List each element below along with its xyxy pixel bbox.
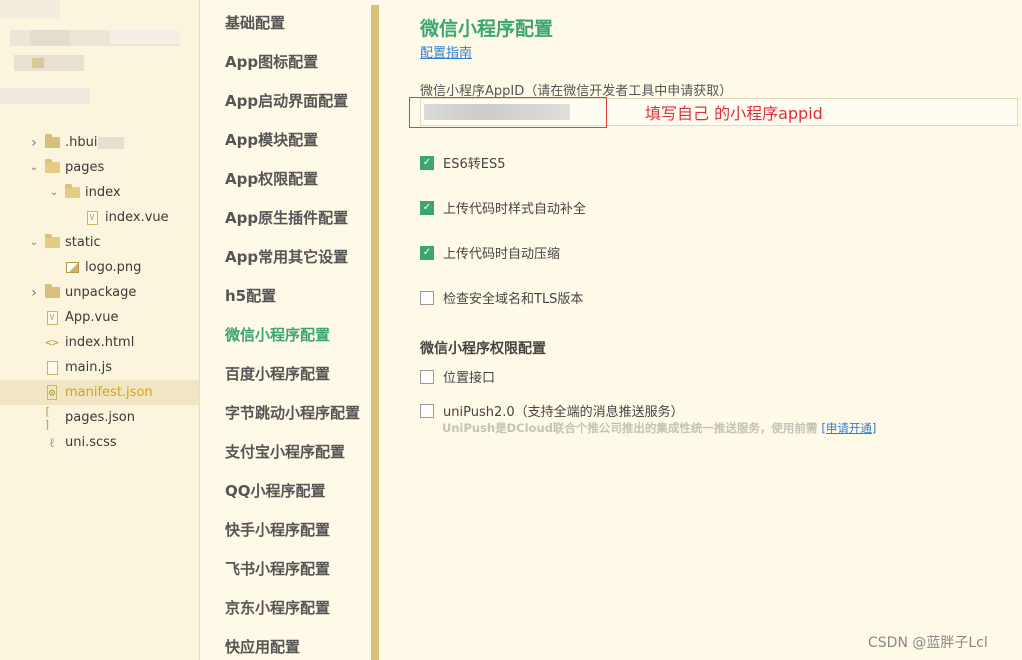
tree-item[interactable]: ⌄ pages (0, 155, 199, 180)
appid-annotation: 填写自己 的小程序appid (645, 104, 823, 123)
option-row[interactable]: uniPush2.0（支持全端的消息推送服务） (420, 401, 684, 420)
check-icon: ✓ (422, 202, 432, 213)
scss-file-icon: ℓ (48, 435, 56, 451)
nav-item[interactable]: App模块配置 (225, 127, 318, 153)
tree-item-label: manifest.json (65, 385, 153, 400)
unipush-description-text: UniPush是DCloud联合个推公司推出的集成性统一推送服务，使用前需 (442, 421, 818, 435)
option-row[interactable]: ✓ 上传代码时自动压缩 (420, 243, 560, 262)
checkbox[interactable] (420, 403, 434, 418)
chevron-down-icon[interactable]: ⌄ (28, 162, 40, 173)
unipush-description: UniPush是DCloud联合个推公司推出的集成性统一推送服务，使用前需 [申… (442, 420, 876, 436)
option-label: uniPush2.0（支持全端的消息推送服务） (443, 405, 684, 420)
manifest-settings-nav: 基础配置 App图标配置 App启动界面配置 App模块配置 App权限配置 App原生插… (201, 0, 371, 660)
folder-icon (44, 284, 60, 300)
tree-item-label: main.js (65, 360, 112, 375)
wechat-miniprogram-settings-panel: 微信小程序配置 配置指南 微信小程序AppID（请在微信开发者工具中申请获取） … (380, 0, 1022, 660)
tree-item[interactable]: ⚙ manifest.json (0, 380, 199, 405)
tree-item-label: App.vue (65, 310, 119, 325)
nav-item[interactable]: 京东小程序配置 (225, 595, 330, 621)
tree-item-label: logo.png (85, 260, 142, 275)
folder-open-icon (44, 234, 60, 250)
tree-item-label: .hbui (65, 135, 98, 150)
nav-item[interactable]: 微信小程序配置 (225, 322, 330, 348)
nav-item[interactable]: App图标配置 (225, 49, 318, 75)
unipush-apply-link[interactable]: [申请开通] (821, 421, 876, 435)
nav-item[interactable]: 百度小程序配置 (225, 361, 330, 387)
nav-item[interactable]: 基础配置 (225, 10, 285, 36)
option-label: 上传代码时样式自动补全 (443, 202, 587, 217)
json-file-icon: [ ] (44, 404, 51, 431)
tree-item-label: pages.json (65, 410, 135, 425)
folder-open-icon (44, 159, 60, 175)
check-icon: ✓ (422, 247, 432, 258)
nav-item[interactable]: 快应用配置 (225, 634, 300, 660)
blurred-filename-part (98, 136, 125, 149)
option-label: 检查安全域名和TLS版本 (443, 292, 584, 307)
tree-item[interactable]: logo.png (0, 255, 199, 280)
blurred-project-header (0, 0, 199, 130)
tree-item-label: index (85, 185, 121, 200)
option-row[interactable]: 位置接口 (420, 367, 495, 386)
option-row[interactable]: ✓ 上传代码时样式自动补全 (420, 198, 586, 217)
tree-item[interactable]: [ ] pages.json (0, 404, 199, 431)
tree-item[interactable]: ℓ uni.scss (0, 430, 199, 455)
option-label: 上传代码时自动压缩 (443, 247, 561, 262)
tree-item-label: pages (65, 160, 105, 175)
nav-item[interactable]: App常用其它设置 (225, 244, 348, 270)
option-row[interactable]: 检查安全域名和TLS版本 (420, 288, 583, 307)
tree-item[interactable]: <> index.html (0, 330, 199, 355)
nav-item[interactable]: QQ小程序配置 (225, 478, 326, 504)
js-file-icon (44, 360, 60, 375)
option-label: ES6转ES5 (443, 157, 506, 172)
nav-item[interactable]: App原生插件配置 (225, 205, 348, 231)
checkbox[interactable] (420, 290, 434, 305)
nav-divider-bar (371, 5, 379, 660)
nav-item[interactable]: App权限配置 (225, 166, 318, 192)
csdn-watermark: CSDN @蓝胖子Lcl (868, 635, 988, 651)
chevron-right-icon[interactable]: › (28, 135, 40, 151)
project-file-tree: › .hbui ⌄ pages ⌄ index Vindex.vue ⌄ static logo.… (0, 0, 200, 660)
tree-item[interactable]: ⌄ static (0, 230, 199, 255)
checkbox-checked[interactable]: ✓ (420, 155, 434, 170)
tree-item[interactable]: Vindex.vue (0, 205, 199, 230)
nav-item[interactable]: 飞书小程序配置 (225, 556, 330, 582)
tree-item-label: static (65, 235, 101, 250)
folder-icon (44, 134, 60, 150)
nav-item[interactable]: 快手小程序配置 (225, 517, 330, 543)
nav-item[interactable]: 字节跳动小程序配置 (225, 400, 360, 426)
checkbox[interactable] (420, 369, 434, 384)
page-title: 微信小程序配置 (420, 18, 554, 40)
chevron-down-icon[interactable]: ⌄ (28, 237, 40, 248)
chevron-down-icon[interactable]: ⌄ (48, 187, 60, 198)
checkbox-checked[interactable]: ✓ (420, 200, 434, 215)
tree-item-label: index.html (65, 335, 135, 350)
tree-item[interactable]: › unpackage (0, 280, 199, 305)
tree-item[interactable]: V App.vue (0, 305, 199, 330)
tree-item[interactable]: › .hbui (0, 130, 199, 155)
image-file-icon (64, 261, 80, 275)
tree-item-label: uni.scss (65, 435, 117, 450)
checkbox-checked[interactable]: ✓ (420, 245, 434, 260)
nav-item[interactable]: App启动界面配置 (225, 88, 348, 114)
vue-file-icon: V (44, 310, 60, 325)
nav-item[interactable]: 支付宝小程序配置 (225, 439, 345, 465)
tree-item-label: index.vue (105, 210, 169, 225)
option-label: 位置接口 (443, 371, 496, 386)
appid-highlight-box (409, 97, 607, 128)
settings-file-icon: ⚙ (46, 385, 58, 400)
nav-item[interactable]: h5配置 (225, 283, 276, 309)
tree-item[interactable]: ⌄ index (0, 180, 199, 205)
chevron-right-icon[interactable]: › (28, 285, 40, 301)
folder-open-icon (64, 184, 80, 200)
tree-item-label: unpackage (65, 285, 137, 300)
html-file-icon: <> (45, 336, 59, 349)
config-guide-link[interactable]: 配置指南 (420, 42, 472, 61)
permissions-section-title: 微信小程序权限配置 (420, 341, 546, 357)
tree-item[interactable]: main.js (0, 355, 199, 380)
vue-file-icon: V (84, 210, 100, 225)
check-icon: ✓ (422, 157, 432, 168)
option-row[interactable]: ✓ ES6转ES5 (420, 153, 505, 172)
